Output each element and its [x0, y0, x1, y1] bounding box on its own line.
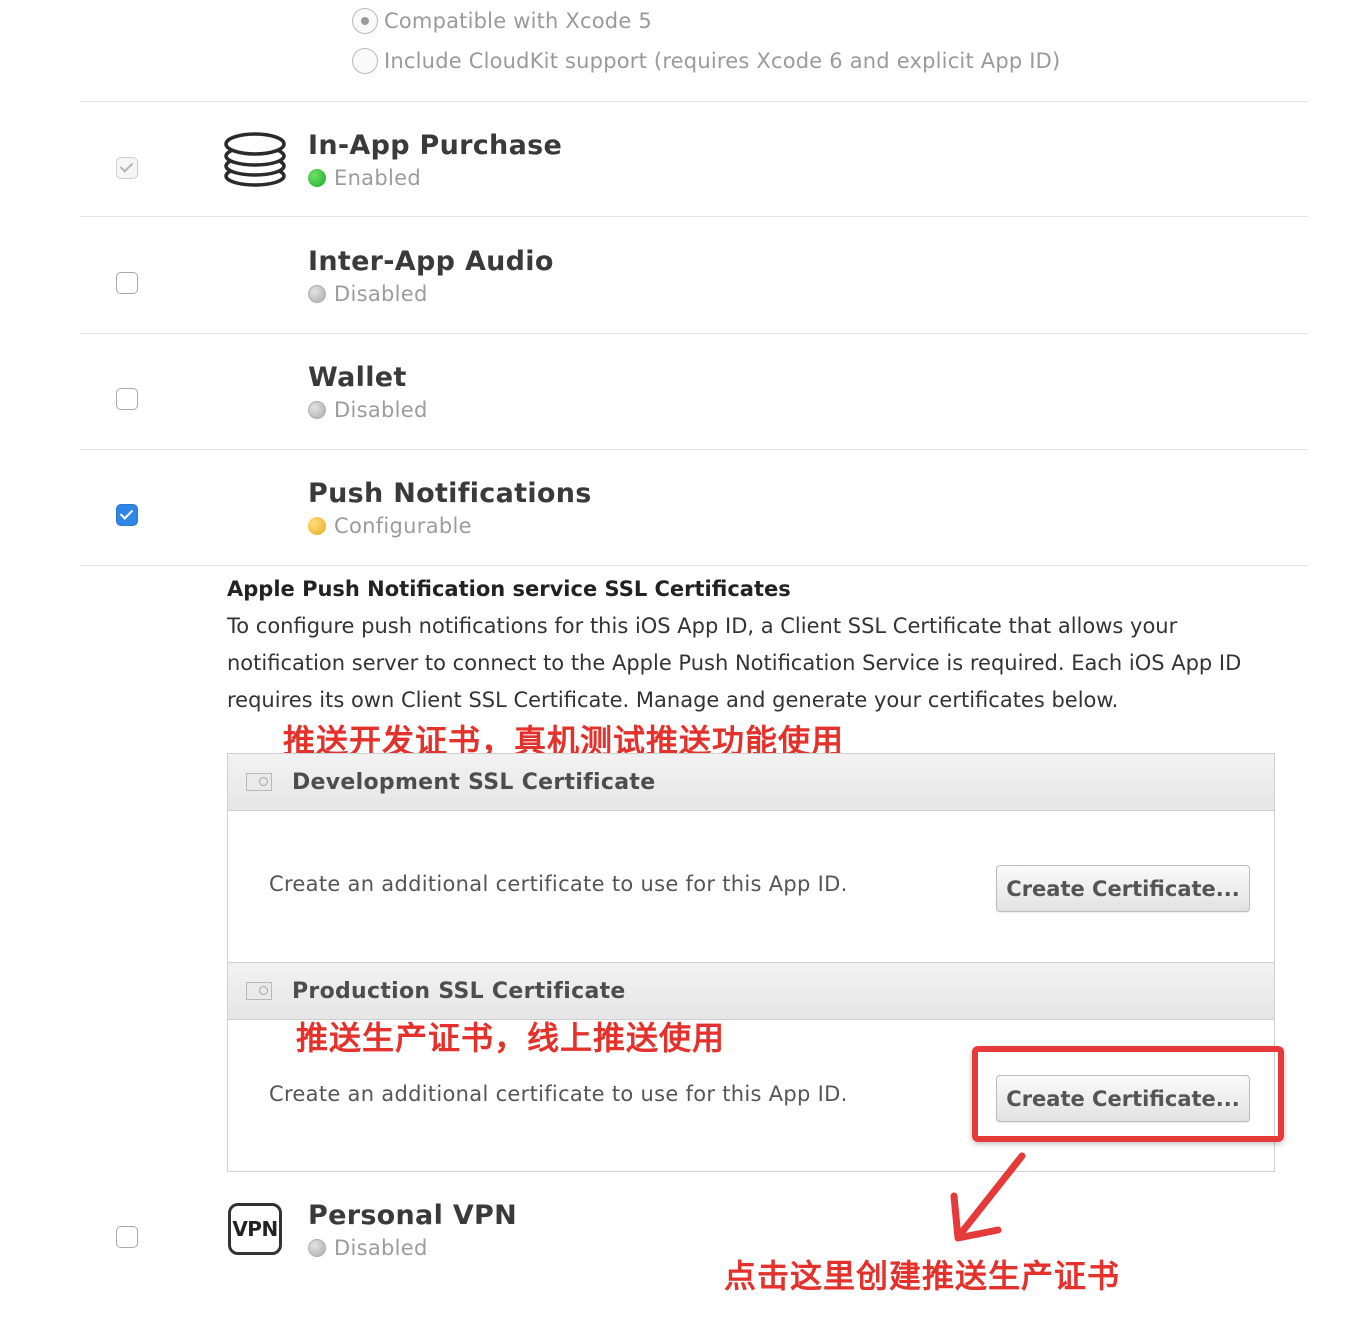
certificate-icon	[246, 982, 272, 1000]
radio-compatible-xcode5[interactable]: Compatible with Xcode 5	[352, 8, 652, 34]
status-label: Disabled	[334, 1236, 428, 1260]
service-status: Disabled	[308, 282, 428, 306]
divider	[80, 216, 1308, 217]
radio-button[interactable]	[352, 48, 378, 74]
radio-label: Compatible with Xcode 5	[384, 9, 652, 33]
service-title: In-App Purchase	[308, 130, 563, 161]
radio-button-selected[interactable]	[352, 8, 378, 34]
service-status: Disabled	[308, 398, 428, 422]
service-status: Enabled	[308, 166, 421, 190]
status-dot-icon	[308, 285, 326, 303]
status-dot-icon	[308, 1239, 326, 1257]
radio-cloudkit-support[interactable]: Include CloudKit support (requires Xcode…	[352, 48, 1060, 74]
radio-label: Include CloudKit support (requires Xcode…	[384, 49, 1061, 73]
click-annotation: 点击这里创建推送生产证书	[724, 1257, 1121, 1295]
divider	[80, 101, 1308, 102]
cert-description: Create an additional certificate to use …	[269, 1082, 848, 1106]
prod-cert-annotation: 推送生产证书，线上推送使用	[296, 1019, 726, 1057]
service-status: Disabled	[308, 1236, 428, 1260]
in-app-purchase-checkbox[interactable]	[116, 157, 138, 179]
service-status: Configurable	[308, 514, 472, 538]
divider	[80, 333, 1308, 334]
service-title: Personal VPN	[308, 1200, 518, 1231]
cert-header-label: Development SSL Certificate	[292, 769, 656, 795]
status-dot-icon	[308, 401, 326, 419]
service-title: Push Notifications	[308, 478, 592, 509]
create-dev-certificate-button[interactable]: Create Certificate...	[996, 865, 1250, 912]
status-label: Configurable	[334, 514, 472, 538]
cert-description: Create an additional certificate to use …	[269, 872, 848, 896]
inter-app-audio-checkbox[interactable]	[116, 272, 138, 294]
highlight-box	[972, 1046, 1284, 1142]
wallet-checkbox[interactable]	[116, 388, 138, 410]
development-cert-header: Development SSL Certificate	[227, 753, 1275, 811]
cert-header-label: Production SSL Certificate	[292, 978, 626, 1004]
service-title: Inter-App Audio	[308, 246, 554, 277]
status-label: Disabled	[334, 398, 428, 422]
apns-description: To configure push notifications for this…	[227, 614, 1242, 712]
production-cert-header: Production SSL Certificate	[227, 962, 1275, 1020]
status-dot-icon	[308, 169, 326, 187]
coin-stack-icon	[224, 132, 286, 187]
personal-vpn-checkbox[interactable]	[116, 1226, 138, 1248]
divider	[80, 449, 1308, 450]
arrow-icon	[950, 1152, 1026, 1242]
status-label: Disabled	[334, 282, 428, 306]
status-dot-icon	[308, 517, 326, 535]
vpn-icon: VPN	[228, 1203, 282, 1255]
divider	[80, 565, 1308, 566]
certificate-icon	[246, 773, 272, 791]
apns-title: Apple Push Notification service SSL Cert…	[227, 577, 791, 601]
service-title: Wallet	[308, 362, 407, 393]
push-notifications-checkbox[interactable]	[116, 504, 138, 526]
status-label: Enabled	[334, 166, 421, 190]
